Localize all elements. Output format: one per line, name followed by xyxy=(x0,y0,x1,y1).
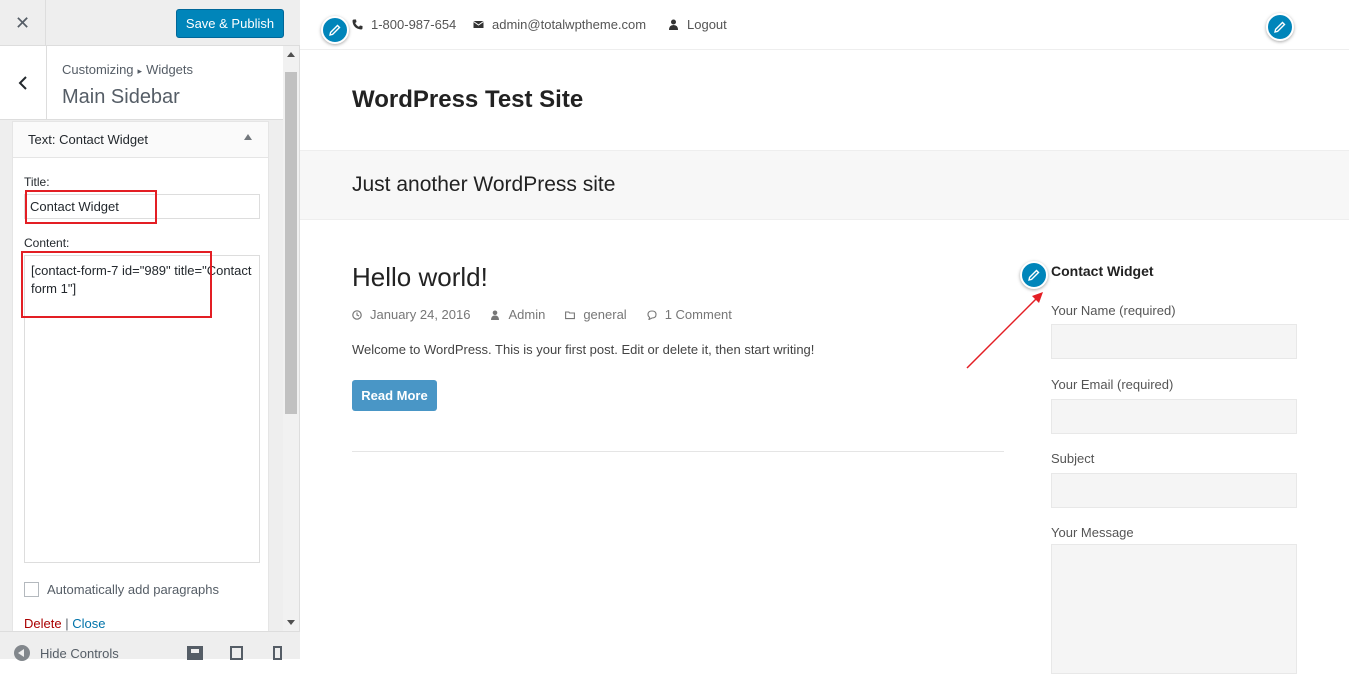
subject-input[interactable] xyxy=(1051,473,1297,508)
post-category[interactable]: general xyxy=(565,307,627,322)
customizer-panel: ✕ Save & Publish Customizing ▸ Widgets Mai… xyxy=(0,0,300,661)
email-field-label: Your Email (required) xyxy=(1051,377,1174,392)
annotation-arrow-icon xyxy=(966,292,1043,369)
section-title: Main Sidebar xyxy=(62,86,180,108)
clock-icon xyxy=(352,309,362,320)
post-date: January 24, 2016 xyxy=(352,307,470,322)
envelope-icon xyxy=(473,21,484,28)
section-header: Customizing ▸ Widgets Main Sidebar xyxy=(0,46,283,120)
widget-actions: Delete | Close xyxy=(24,616,105,631)
site-preview: 1-800-987-654 admin@totalwptheme.com Log… xyxy=(300,0,1349,674)
breadcrumb: Customizing ▸ Widgets xyxy=(62,62,193,77)
widget-header[interactable]: Text: Contact Widget xyxy=(13,122,268,158)
auto-paragraph-label: Automatically add paragraphs xyxy=(47,582,219,597)
mobile-preview-icon[interactable] xyxy=(273,646,282,660)
edit-widget-button[interactable] xyxy=(1020,261,1048,289)
auto-paragraph-checkbox[interactable] xyxy=(24,582,39,597)
action-separator: | xyxy=(65,616,69,631)
message-field-label: Your Message xyxy=(1051,525,1134,540)
breadcrumb-separator: ▸ xyxy=(137,66,143,76)
subject-field-label: Subject xyxy=(1051,451,1095,466)
site-topbar: 1-800-987-654 admin@totalwptheme.com Log… xyxy=(300,0,1349,50)
text-widget-form: Text: Contact Widget Title: Content: [co… xyxy=(12,121,269,631)
post-title[interactable]: Hello world! xyxy=(352,262,488,293)
customizer-scroll-area: Customizing ▸ Widgets Main Sidebar Text: C… xyxy=(0,46,300,631)
widget-type-label: Text: xyxy=(28,132,56,147)
close-icon: ✕ xyxy=(14,12,31,33)
site-tagline: Just another WordPress site xyxy=(352,173,616,196)
scrollbar-thumb[interactable] xyxy=(285,72,297,414)
post-author[interactable]: Admin xyxy=(490,307,545,322)
pencil-icon xyxy=(329,24,341,36)
hide-controls-label: Hide Controls xyxy=(40,645,119,661)
email-input[interactable] xyxy=(1051,399,1297,434)
desktop-preview-icon[interactable] xyxy=(187,646,203,660)
name-input[interactable] xyxy=(1051,324,1297,359)
save-publish-button[interactable]: Save & Publish xyxy=(176,9,284,38)
scroll-up-arrow-icon[interactable] xyxy=(287,52,295,57)
folder-icon xyxy=(565,310,576,319)
topbar-email[interactable]: admin@totalwptheme.com xyxy=(473,17,646,32)
title-field-label: Title: xyxy=(24,175,50,189)
widget-name-label: Contact Widget xyxy=(59,132,148,147)
email-text: admin@totalwptheme.com xyxy=(492,17,647,32)
auto-paragraph-row: Automatically add paragraphs xyxy=(24,582,219,597)
post-author-text: Admin xyxy=(508,307,546,322)
collapse-arrow-icon[interactable] xyxy=(244,134,252,140)
tagline-band: Just another WordPress site xyxy=(300,150,1349,220)
sidebar-widget-title: Contact Widget xyxy=(1051,263,1154,279)
sidebar-scrollbar[interactable] xyxy=(283,46,299,631)
topbar-logout[interactable]: Logout xyxy=(668,17,727,32)
title-input[interactable] xyxy=(24,194,260,219)
user-icon xyxy=(491,310,500,320)
topbar-phone: 1-800-987-654 xyxy=(352,17,456,32)
read-more-button[interactable]: Read More xyxy=(352,380,437,411)
logout-text: Logout xyxy=(687,17,727,32)
phone-text: 1-800-987-654 xyxy=(371,17,457,32)
breadcrumb-current: Widgets xyxy=(146,62,194,77)
post-meta: January 24, 2016 Admin general 1 Comment xyxy=(352,307,732,322)
breadcrumb-root: Customizing xyxy=(62,62,134,77)
post-category-text: general xyxy=(583,307,627,322)
content-field-label: Content: xyxy=(24,236,70,250)
name-field-label: Your Name (required) xyxy=(1051,303,1176,318)
post-divider xyxy=(352,451,1004,452)
user-icon xyxy=(669,19,678,30)
phone-icon xyxy=(352,19,363,30)
message-textarea[interactable] xyxy=(1051,544,1297,674)
edit-header-button[interactable] xyxy=(1266,13,1294,41)
customizer-footer: Hide Controls xyxy=(0,631,300,661)
content-textarea[interactable]: [contact-form-7 id="989" title="Contact … xyxy=(24,255,260,563)
chevron-left-icon xyxy=(18,76,27,90)
site-title[interactable]: WordPress Test Site xyxy=(352,86,583,114)
customizer-header: ✕ Save & Publish xyxy=(0,0,300,46)
post-comments-text: 1 Comment xyxy=(664,307,732,322)
delete-link[interactable]: Delete xyxy=(24,616,62,631)
close-link[interactable]: Close xyxy=(72,616,105,631)
post-comments[interactable]: 1 Comment xyxy=(647,307,732,322)
scroll-down-arrow-icon[interactable] xyxy=(287,620,295,625)
tablet-preview-icon[interactable] xyxy=(230,646,243,660)
close-customizer-button[interactable]: ✕ xyxy=(0,0,46,46)
comment-icon xyxy=(647,309,657,320)
post-date-text: January 24, 2016 xyxy=(370,307,471,322)
widget-title: Text: Contact Widget xyxy=(28,132,148,147)
back-button[interactable] xyxy=(0,46,47,120)
pencil-icon xyxy=(1028,269,1040,281)
edit-topbar-button[interactable] xyxy=(321,16,349,44)
pencil-icon xyxy=(1274,21,1286,33)
post-excerpt: Welcome to WordPress. This is your first… xyxy=(352,342,815,357)
